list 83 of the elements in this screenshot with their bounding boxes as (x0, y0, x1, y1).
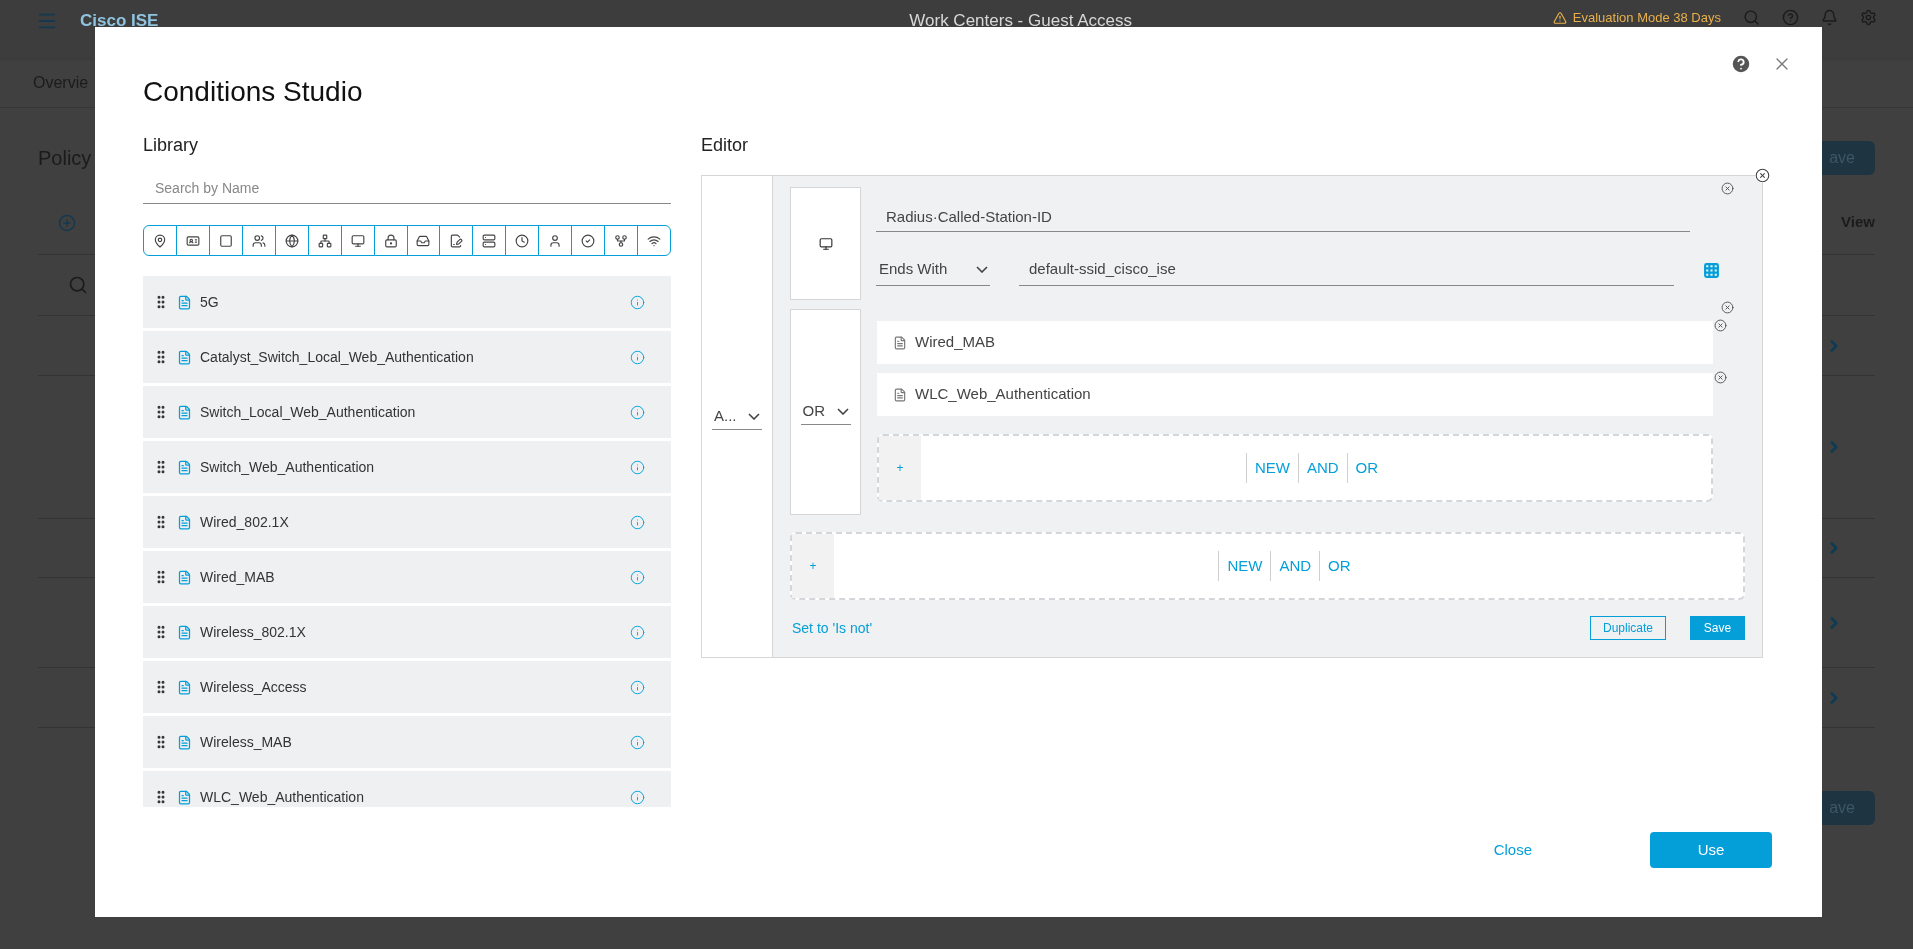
library-item[interactable]: Catalyst_Switch_Local_Web_Authentication (143, 331, 671, 383)
info-icon[interactable] (630, 349, 645, 365)
remove-icon[interactable] (1721, 182, 1734, 195)
network-device-icon (317, 233, 332, 248)
document-icon (449, 233, 464, 248)
grid-icon[interactable] (1703, 261, 1720, 279)
condition-name: Switch_Web_Authentication (200, 457, 376, 477)
condition-name: WLC_Web_Authentication (915, 384, 1091, 405)
library-item[interactable]: Switch_Local_Web_Authentication (143, 386, 671, 438)
condition-name: WLC_Web_Authentication (200, 787, 365, 807)
remove-icon[interactable] (1714, 319, 1727, 332)
operator-select[interactable]: Ends With (876, 254, 990, 286)
library-item[interactable]: Wireless_MAB (143, 716, 671, 768)
attribute-field[interactable]: Radius·Called-Station-ID (876, 204, 1690, 232)
square-icon (218, 233, 233, 248)
warning-icon (1552, 10, 1567, 25)
condition-name: 5G (200, 292, 220, 312)
info-icon[interactable] (630, 294, 645, 310)
document-icon (177, 514, 192, 530)
page-title: Work Centers - Guest Access (909, 10, 1132, 32)
library-item[interactable]: Wired_802.1X (143, 496, 671, 548)
library-item[interactable]: Wired_MAB (143, 551, 671, 603)
dialog-title: Conditions Studio (143, 75, 363, 109)
document-icon (177, 569, 192, 585)
info-icon[interactable] (630, 404, 645, 420)
branch-icon (614, 233, 629, 248)
library-item[interactable]: WLC_Web_Authentication (143, 771, 671, 807)
condition-name: Wired_MAB (915, 332, 996, 353)
condition-name: Wired_MAB (200, 567, 276, 587)
condition-name: Wireless_802.1X (200, 622, 307, 642)
evaluation-notice: Evaluation Mode 38 Days (1552, 8, 1721, 28)
tray-icon (416, 233, 431, 248)
operator-select[interactable]: A... (712, 403, 762, 430)
brand-logo: Cisco ISE (80, 10, 159, 32)
remove-icon[interactable] (1714, 371, 1727, 384)
library-heading: Library (143, 134, 199, 156)
document-icon (177, 734, 192, 750)
document-icon (177, 459, 192, 475)
document-icon (177, 624, 192, 640)
condition-name: Switch_Local_Web_Authentication (200, 402, 417, 422)
value-field[interactable]: default-ssid_cisco_ise (1019, 254, 1674, 286)
check-circle-icon (581, 233, 596, 248)
document-icon (177, 679, 192, 695)
document-icon (893, 335, 907, 350)
document-icon (177, 404, 192, 420)
info-icon[interactable] (630, 514, 645, 530)
info-icon[interactable] (630, 459, 645, 475)
condition-name: Wired_802.1X (200, 512, 290, 532)
info-icon[interactable] (630, 624, 645, 640)
operator-select[interactable]: OR (800, 399, 851, 425)
library-item[interactable]: Wireless_802.1X (143, 606, 671, 658)
clock-icon (515, 233, 530, 248)
chevron-down-icon (748, 412, 760, 420)
remove-icon[interactable] (1755, 168, 1770, 183)
library-item[interactable]: 5G (143, 276, 671, 328)
search-field[interactable]: Search by Name (143, 172, 671, 204)
info-icon[interactable] (630, 679, 645, 695)
wifi-icon (647, 233, 662, 248)
condition-name: Catalyst_Switch_Local_Web_Authentication (200, 347, 475, 367)
editor-heading: Editor (701, 134, 749, 156)
condition-name: Wireless_MAB (200, 732, 293, 752)
library-item[interactable]: Wireless_Access (143, 661, 671, 713)
document-icon (177, 349, 192, 365)
lock-icon (383, 233, 398, 248)
group-icon (251, 233, 266, 248)
info-icon[interactable] (630, 734, 645, 750)
chevron-down-icon (976, 266, 988, 273)
document-icon (893, 387, 907, 402)
monitor-icon (350, 233, 365, 248)
server-icon (482, 233, 497, 248)
document-icon (177, 789, 192, 805)
document-icon (177, 294, 192, 310)
info-icon[interactable] (630, 569, 645, 585)
chevron-down-icon (836, 408, 849, 415)
globe-icon (284, 233, 299, 248)
condition-name: Wireless_Access (200, 677, 308, 697)
library-item[interactable]: Switch_Web_Authentication (143, 441, 671, 493)
location-pin-icon (152, 233, 167, 248)
certificate-icon (185, 233, 200, 248)
user-icon (548, 233, 563, 248)
info-icon[interactable] (630, 789, 645, 805)
monitor-icon (818, 236, 833, 251)
remove-icon[interactable] (1721, 301, 1734, 314)
